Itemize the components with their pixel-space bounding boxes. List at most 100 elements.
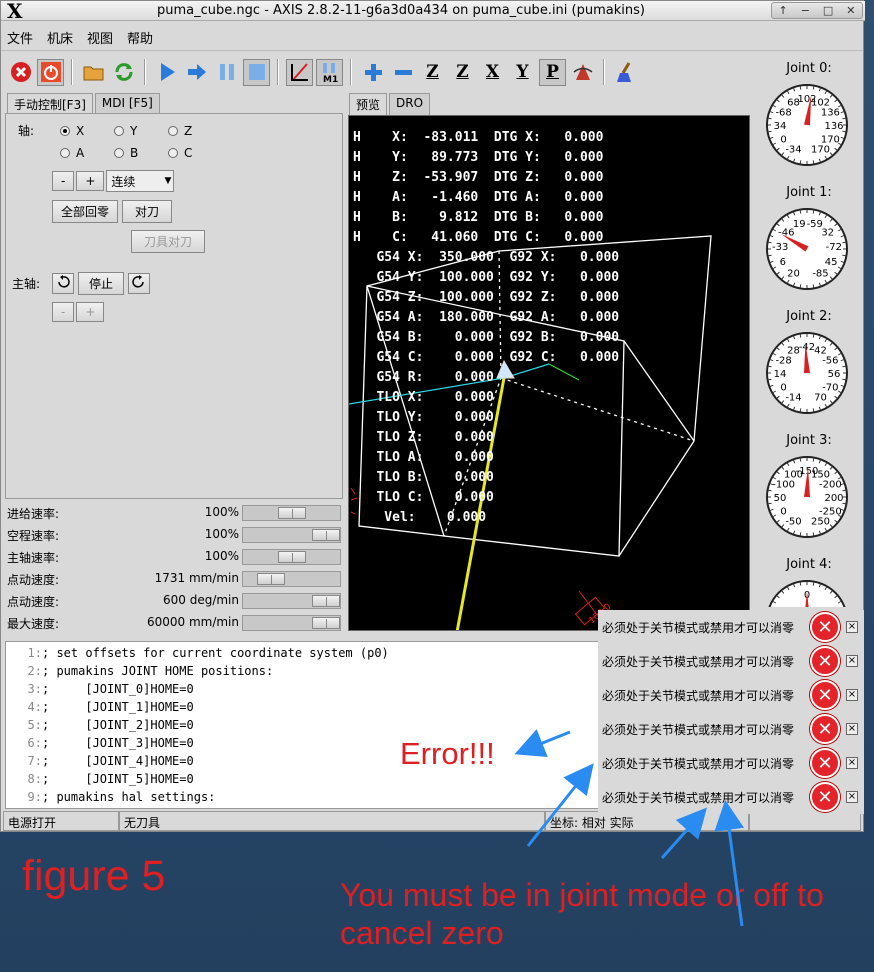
spindle-cw-button[interactable] [128, 273, 151, 294]
toolbar-separator [603, 59, 605, 85]
close-error-button[interactable]: × [846, 757, 858, 769]
spindle-slower-button[interactable]: - [52, 302, 75, 322]
override-slider[interactable] [242, 571, 341, 587]
jog-increment-value: 连续 [111, 174, 136, 189]
gcode-line[interactable]: 2:; pumakins JOINT HOME positions: [6, 664, 274, 682]
zoom-in-button[interactable] [359, 59, 386, 86]
menu-machine[interactable]: 机床 [47, 28, 73, 47]
tool-touch-row: 刀具对刀 [131, 230, 206, 253]
axis-radio-x[interactable]: X [60, 124, 114, 138]
tab-dro[interactable]: DRO [389, 93, 431, 115]
gcode-line[interactable]: 3:; [JOINT_0]HOME=0 [6, 682, 194, 700]
run-button[interactable] [153, 59, 180, 86]
slider-knob[interactable] [256, 573, 285, 585]
radio-label: Z [184, 123, 193, 138]
slider-knob[interactable] [312, 595, 340, 607]
maximize-button[interactable]: □ [823, 4, 833, 17]
view-y-button[interactable]: Y [509, 59, 536, 86]
close-error-button[interactable]: × [846, 655, 858, 667]
override-slider[interactable] [242, 593, 341, 609]
gcode-line[interactable]: 1:; set offsets for current coordinate s… [6, 646, 389, 664]
jog-minus-button[interactable]: - [52, 171, 75, 191]
spindle-ccw-button[interactable] [52, 273, 74, 294]
axis-radio-c[interactable]: C [168, 146, 222, 160]
manual-control-panel: 轴: X Y Z A B C - + 连续 ▼ 全部回零 对刀 刀具对刀 主轴: [5, 113, 343, 499]
close-error-button[interactable]: × [846, 723, 858, 735]
axis-radio-y[interactable]: Y [114, 124, 168, 138]
gcode-line[interactable]: 8:; [JOINT_5]HOME=0 [6, 772, 194, 790]
gcode-line[interactable]: 4:; [JOINT_1]HOME=0 [6, 700, 194, 718]
caption-line-1: You must be in joint mode or off to [340, 877, 824, 913]
power-button[interactable] [37, 58, 64, 86]
view-p-button[interactable]: P [539, 58, 566, 86]
spindle-faster-button[interactable]: + [76, 302, 105, 322]
error-message: 必须处于关节模式或禁用才可以消零 ✕ × [598, 610, 864, 644]
block-delete-button[interactable] [286, 58, 313, 86]
spindle-row: 主轴: 停止 [12, 272, 151, 295]
menu-file[interactable]: 文件 [7, 28, 33, 47]
jog-increment-select[interactable]: 连续 ▼ [106, 170, 175, 192]
jog-row: - + 连续 ▼ [52, 170, 175, 192]
pause-icon [219, 64, 234, 80]
override-slider[interactable] [242, 549, 341, 565]
stop-button[interactable] [243, 58, 270, 86]
jog-plus-button[interactable]: + [76, 171, 105, 191]
window-title: puma_cube.ngc - AXIS 2.8.2-11-g6a3d0a434… [157, 3, 645, 18]
slider-knob[interactable] [277, 507, 306, 519]
override-label: 主轴速率: [7, 551, 60, 565]
tab-mdi[interactable]: MDI [F5] [94, 93, 160, 115]
axis-row-2: A B C [60, 146, 222, 160]
close-error-button[interactable]: × [846, 621, 858, 633]
menu-help[interactable]: 帮助 [127, 28, 153, 47]
close-error-button[interactable]: × [846, 791, 858, 803]
dro-line: H X: -83.011 DTG X: 0.000 [353, 130, 604, 145]
optional-stop-button[interactable]: M1 [316, 58, 343, 86]
pause-button[interactable] [213, 59, 240, 86]
override-slider[interactable] [242, 615, 341, 631]
open-file-button[interactable] [80, 59, 107, 86]
home-all-button[interactable]: 全部回零 [52, 200, 119, 223]
reload-button[interactable] [110, 59, 137, 86]
view-z2-button[interactable]: Z [449, 59, 476, 86]
stop-icon [248, 64, 265, 80]
spindle-stop-button[interactable]: 停止 [78, 272, 125, 295]
gcode-listing[interactable]: 1:; set offsets for current coordinate s… [5, 641, 601, 809]
minimize-button[interactable]: − [801, 4, 810, 17]
zoom-out-button[interactable] [389, 59, 416, 86]
gauge-tick-label: 170 [811, 144, 830, 155]
gauge-tick-label: 56 [828, 369, 841, 380]
slider-knob[interactable] [277, 551, 306, 563]
close-window-button[interactable]: ✕ [846, 4, 855, 17]
axis-radio-z[interactable]: Z [168, 124, 222, 138]
dro-line: H A: -1.460 DTG A: 0.000 [353, 190, 604, 205]
override-slider[interactable] [242, 505, 341, 521]
gcode-line[interactable]: 9:; pumakins hal settings: [6, 790, 216, 808]
toolbar-separator [71, 59, 73, 85]
clear-plot-button[interactable] [612, 59, 639, 86]
gcode-line[interactable]: 7:; [JOINT_4]HOME=0 [6, 754, 194, 772]
error-text: 必须处于关节模式或禁用才可以消零 [602, 620, 795, 635]
close-error-button[interactable]: × [846, 689, 858, 701]
touch-off-button[interactable]: 对刀 [122, 200, 173, 223]
tab-preview[interactable]: 预览 [349, 93, 388, 115]
estop-button[interactable] [7, 59, 34, 86]
slider-knob[interactable] [312, 617, 340, 629]
rotate-view-button[interactable] [569, 59, 596, 86]
tab-manual-control[interactable]: 手动控制[F3] [7, 93, 93, 115]
step-button[interactable] [183, 59, 210, 86]
joint-label: Joint 4: [786, 557, 832, 572]
axis-radio-a[interactable]: A [60, 146, 114, 160]
preview-canvas[interactable]: 100.0 H X: -83.011 DTG X: 0.000H Y: 89.7… [348, 115, 750, 631]
override-slider[interactable] [242, 527, 341, 543]
view-x-button[interactable]: X [479, 59, 506, 86]
slider-knob[interactable] [312, 529, 340, 541]
gcode-line[interactable]: 5:; [JOINT_2]HOME=0 [6, 718, 194, 736]
axis-radio-b[interactable]: B [114, 146, 168, 160]
view-z-button[interactable]: Z [419, 59, 446, 86]
menu-view[interactable]: 视图 [87, 28, 113, 47]
gcode-line[interactable]: 6:; [JOINT_3]HOME=0 [6, 736, 194, 754]
raise-window-button[interactable]: ↑ [778, 4, 787, 17]
dro-line: G54 C: 0.000 G92 C: 0.000 [353, 350, 620, 365]
preview-tabs: 预览 DRO [349, 93, 432, 115]
tool-touch-off-button[interactable]: 刀具对刀 [131, 230, 206, 253]
